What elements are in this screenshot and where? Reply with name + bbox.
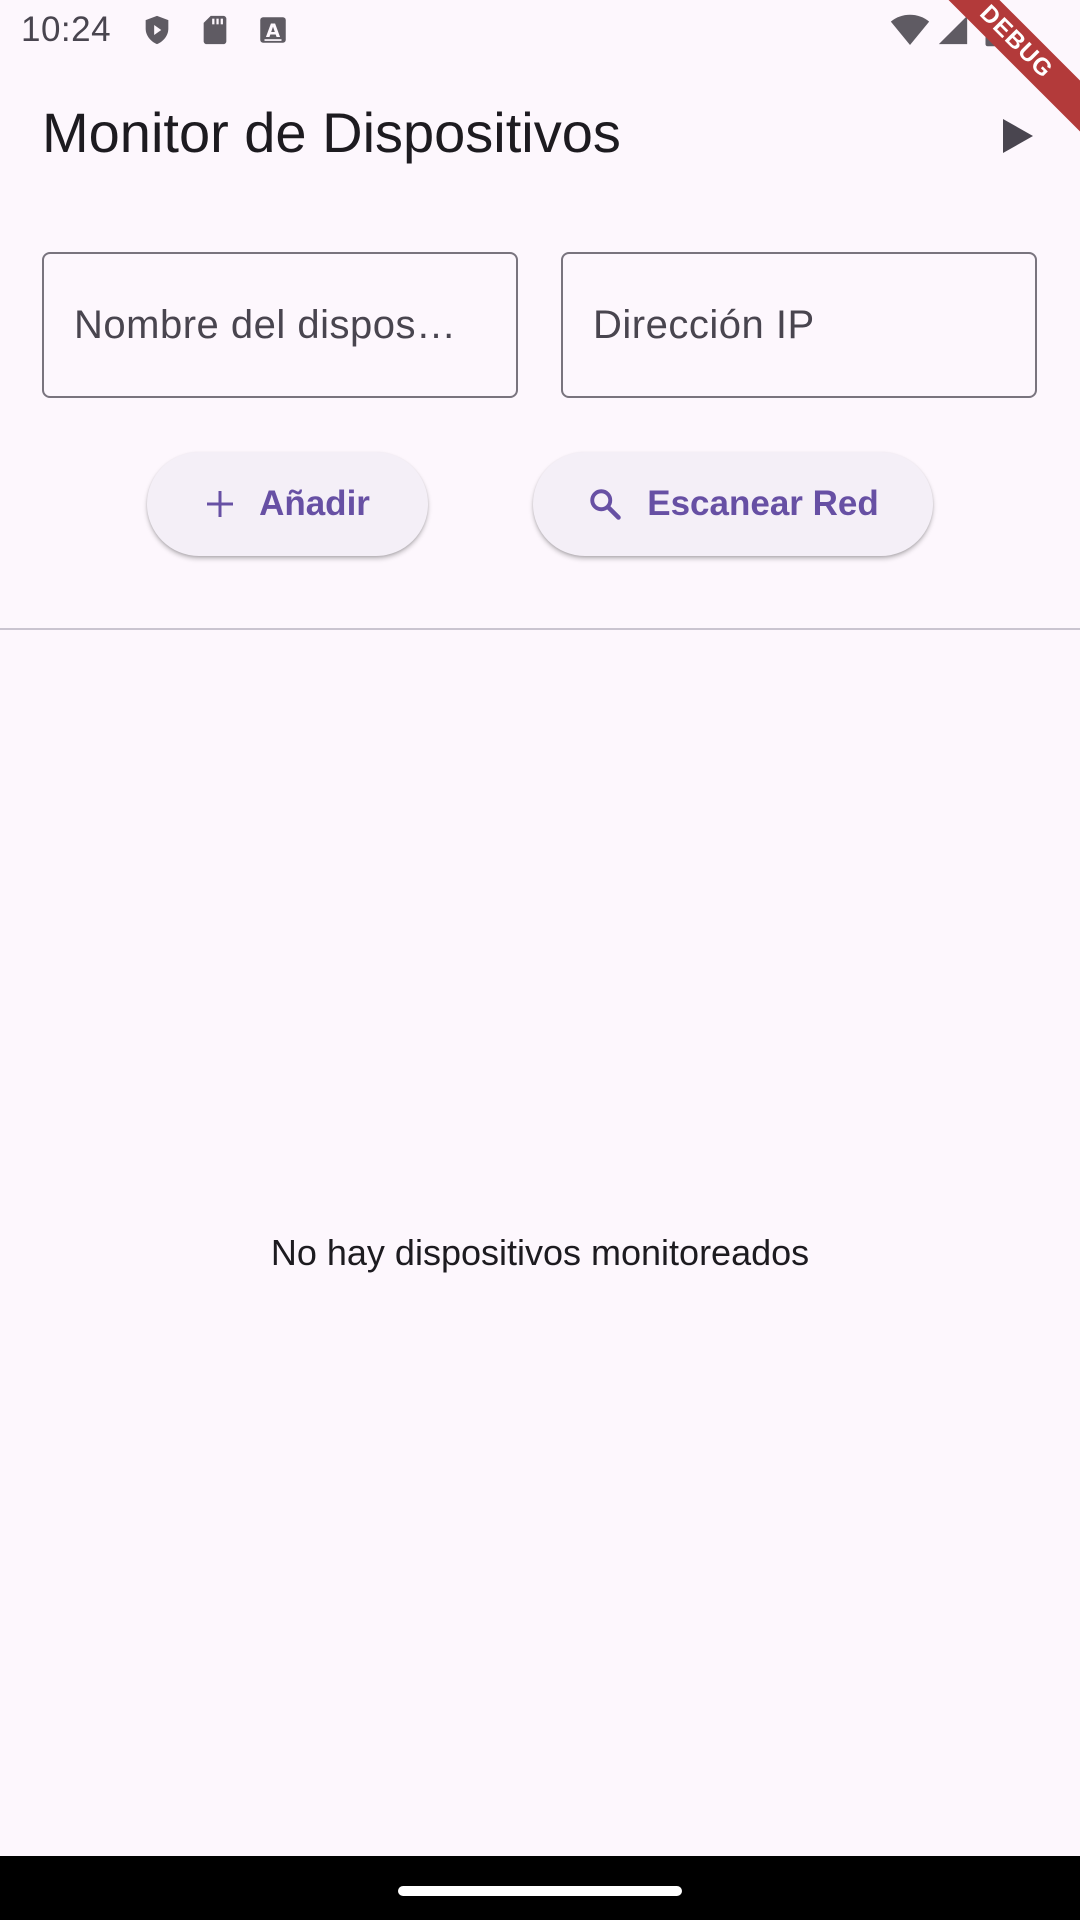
play-icon <box>1001 117 1035 160</box>
search-icon <box>587 486 623 522</box>
navigation-bar <box>0 1856 1080 1920</box>
add-button-label: Añadir <box>259 484 370 523</box>
add-button[interactable]: Añadir <box>147 452 428 556</box>
scan-network-button[interactable]: Escanear Red <box>533 452 933 556</box>
cellular-signal-icon <box>936 13 970 47</box>
ip-address-input[interactable] <box>563 254 1035 396</box>
empty-state-message: No hay dispositivos monitoreados <box>270 1232 810 1273</box>
home-gesture-handle[interactable] <box>398 1886 682 1896</box>
scan-button-label: Escanear Red <box>647 484 879 523</box>
plus-icon <box>205 489 235 519</box>
ip-address-field[interactable] <box>561 252 1037 398</box>
status-time: 10:24 <box>21 10 112 49</box>
wifi-icon <box>890 13 930 47</box>
status-bar: 10:24 A <box>0 0 1080 63</box>
keyboard-a-icon: A <box>256 13 290 47</box>
run-button[interactable] <box>990 110 1046 166</box>
shield-play-icon <box>140 13 174 47</box>
page-title: Monitor de Dispositivos <box>42 101 621 164</box>
svg-text:A: A <box>266 21 281 42</box>
divider <box>0 628 1080 630</box>
device-name-input[interactable] <box>44 254 516 396</box>
sd-card-icon <box>198 13 232 47</box>
device-name-field[interactable] <box>42 252 518 398</box>
